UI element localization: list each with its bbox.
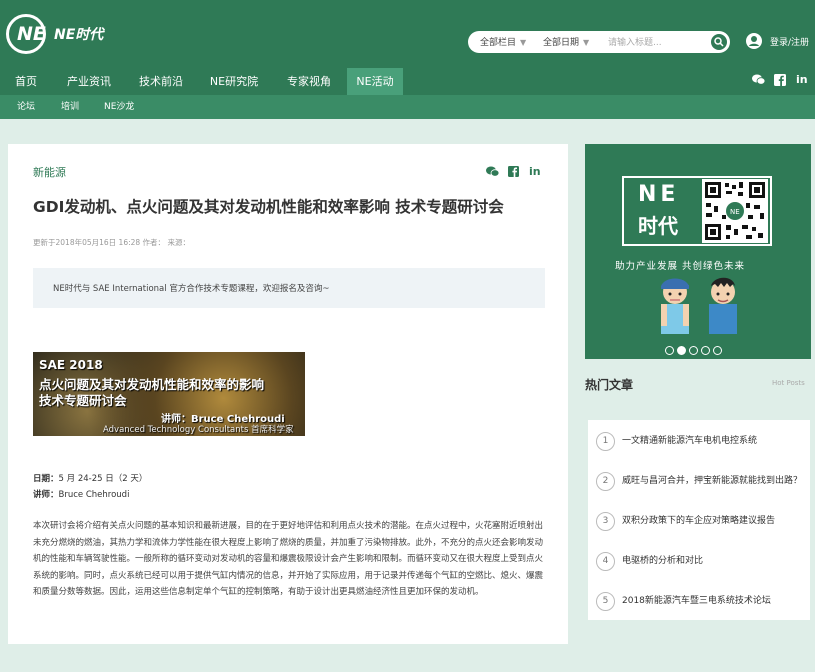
list-item-number: 2 <box>596 472 615 491</box>
site-logo[interactable]: NE NE时代 <box>6 10 116 56</box>
list-item-title[interactable]: 双积分政策下的车企应对策略建议报告 <box>622 515 802 528</box>
nav-item-experts[interactable]: 专家视角 <box>278 68 340 95</box>
search-icon <box>714 37 724 47</box>
search-bar: 全部栏目 ▼ 全部日期 ▼ 请输入标题... <box>468 31 730 53</box>
brand-line2: 时代 <box>638 214 678 238</box>
user-icon[interactable] <box>746 33 762 49</box>
list-item-number: 1 <box>596 432 615 451</box>
nav-item-home[interactable]: 首页 <box>6 68 46 95</box>
logo-mark: NE <box>6 14 46 54</box>
event-lecturer-label: 讲师： <box>33 490 59 500</box>
subnav-item-salon[interactable]: NE沙龙 <box>104 95 134 119</box>
date-select-label: 全部日期 <box>543 38 580 48</box>
promo-carousel[interactable]: NE 时代 NE 助力产业发展 共创绿色未来 <box>585 144 811 359</box>
event-lecturer-value: Bruce Chehroudi <box>58 490 130 500</box>
wechat-icon[interactable] <box>752 74 766 88</box>
login-link[interactable]: 登录/注册 <box>770 35 809 48</box>
logo-text: NE时代 <box>54 27 104 43</box>
linkedin-icon[interactable]: in <box>796 73 808 86</box>
linkedin-icon[interactable]: in <box>529 165 541 178</box>
banner-company: Advanced Technology Consultants 首席科学家 <box>103 425 294 435</box>
list-item-title[interactable]: 一文精通新能源汽车电机电控系统 <box>622 435 802 448</box>
wechat-icon[interactable] <box>486 166 500 180</box>
cartoon-person-image <box>703 274 743 334</box>
list-item-title[interactable]: 威旺与昌河合并，押宝新能源就能找到出路？ <box>622 475 802 488</box>
qr-code-image: NE <box>702 179 768 243</box>
svg-text:NE: NE <box>730 208 740 216</box>
carousel-dot-active[interactable] <box>677 346 686 355</box>
event-date: 日期：5 月 24-25 日（2 天） <box>33 472 147 484</box>
article-card: 新能源 in GDI发动机、点火问题及其对发动机性能和效率影响 技术专题研讨会 … <box>8 144 568 644</box>
hot-posts-subtitle: Hot Posts <box>772 379 805 387</box>
chevron-down-icon: ▼ <box>583 38 590 47</box>
list-item-number: 4 <box>596 552 615 571</box>
carousel-dot[interactable] <box>689 346 698 355</box>
event-banner: SAE 2018 点火问题及其对发动机性能和效率的影响 技术专题研讨会 讲师：B… <box>33 352 305 436</box>
banner-line3: 技术专题研讨会 <box>39 393 127 408</box>
carousel-dot[interactable] <box>713 346 722 355</box>
banner-line1: SAE 2018 <box>39 358 103 372</box>
search-button[interactable] <box>711 34 727 50</box>
date-select[interactable]: 全部日期 ▼ <box>543 35 589 48</box>
nav-item-events[interactable]: NE活动 <box>347 68 403 95</box>
logo-mark-text: NE <box>17 23 46 45</box>
notice-box: NE时代与 SAE International 官方合作技术专题课程，欢迎报名及… <box>33 268 545 308</box>
list-item-number: 5 <box>596 592 615 611</box>
event-lecturer: 讲师：Bruce Chehroudi <box>33 488 129 500</box>
nav-item-industry[interactable]: 产业资讯 <box>58 68 120 95</box>
top-header: NE NE时代 全部栏目 ▼ 全部日期 ▼ 请输入标题... 登录/注册 <box>0 0 815 68</box>
facebook-icon[interactable] <box>774 74 786 89</box>
event-date-label: 日期： <box>33 474 59 484</box>
promo-slogan: 助力产业发展 共创绿色未来 <box>615 261 746 272</box>
article-title: GDI发动机、点火问题及其对发动机性能和效率影响 技术专题研讨会 <box>33 198 504 216</box>
column-select[interactable]: 全部栏目 ▼ <box>480 35 526 48</box>
subnav-item-training[interactable]: 培训 <box>61 95 79 119</box>
carousel-dot[interactable] <box>701 346 710 355</box>
list-item-title[interactable]: 电驱桥的分析和对比 <box>622 555 802 568</box>
hot-posts-title: 热门文章 <box>585 378 634 392</box>
hot-posts-list: 1 一文精通新能源汽车电机电控系统 2 威旺与昌河合并，押宝新能源就能找到出路？… <box>588 420 810 620</box>
cartoon-person-image <box>655 274 695 334</box>
column-select-label: 全部栏目 <box>480 38 517 48</box>
facebook-icon[interactable] <box>508 166 519 180</box>
list-item-title[interactable]: 2018新能源汽车暨三电系统技术论坛 <box>622 595 802 608</box>
nav-item-research[interactable]: NE研究院 <box>203 68 265 95</box>
carousel-dot[interactable] <box>665 346 674 355</box>
article-meta: 更新于2018年05月16日 16:28 作者： 来源： <box>33 238 190 247</box>
main-nav: 首页 产业资讯 技术前沿 NE研究院 专家视角 NE活动 in <box>0 68 815 95</box>
brand-line1: NE <box>638 182 680 207</box>
subnav-item-forum[interactable]: 论坛 <box>17 95 35 119</box>
event-date-value: 5 月 24-25 日（2 天） <box>58 474 148 484</box>
search-input[interactable]: 请输入标题... <box>608 35 662 48</box>
article-category[interactable]: 新能源 <box>33 164 66 180</box>
nav-item-tech[interactable]: 技术前沿 <box>130 68 192 95</box>
brand-frame: NE 时代 NE <box>622 176 772 246</box>
list-item-number: 3 <box>596 512 615 531</box>
notice-text: NE时代与 SAE International 官方合作技术专题课程，欢迎报名及… <box>53 284 330 294</box>
sub-nav: 论坛 培训 NE沙龙 <box>0 95 815 119</box>
article-body: 本次研讨会将介绍有关点火问题的基本知识和最新进展，目的在于更好地评估和利用点火技… <box>33 521 544 597</box>
carousel-dots <box>665 340 725 359</box>
chevron-down-icon: ▼ <box>520 38 527 47</box>
